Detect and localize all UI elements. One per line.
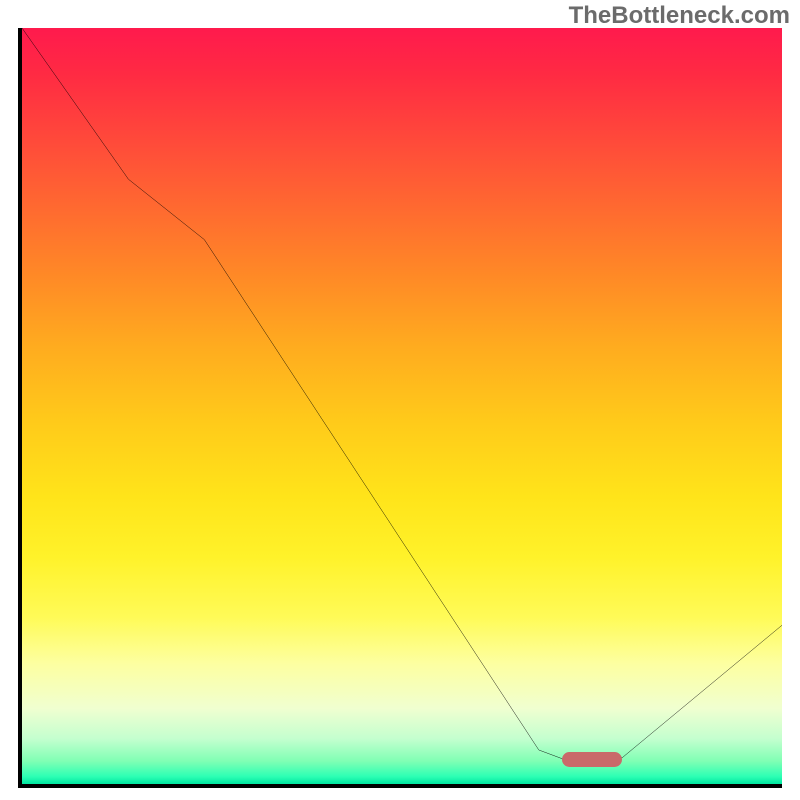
- curve-path: [22, 28, 782, 761]
- optimal-range-marker: [562, 752, 623, 767]
- chart-container: TheBottleneck.com: [0, 0, 800, 800]
- bottleneck-curve: [22, 28, 782, 784]
- plot-area: [18, 28, 782, 788]
- watermark-text: TheBottleneck.com: [569, 2, 790, 30]
